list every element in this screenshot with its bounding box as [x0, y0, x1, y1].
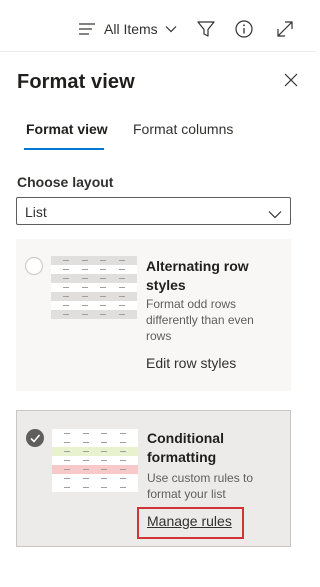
option-description: Format odd rows differently than even ro… — [146, 297, 254, 343]
view-label: All Items — [104, 21, 158, 37]
close-icon[interactable] — [283, 72, 299, 88]
choose-layout-label: Choose layout — [17, 174, 114, 190]
selected-tab-indicator — [24, 148, 104, 150]
layout-dropdown-value: List — [25, 204, 47, 220]
info-icon[interactable] — [234, 19, 254, 39]
layout-dropdown[interactable]: List — [16, 197, 291, 225]
manage-rules-link[interactable]: Manage rules — [147, 513, 232, 529]
tab-format-columns[interactable]: Format columns — [133, 121, 233, 137]
command-bar: All Items — [0, 0, 316, 52]
option-title: Alternating row styles — [146, 258, 249, 293]
list-view-icon — [78, 22, 96, 36]
alternating-rows-preview-icon — [51, 256, 137, 319]
edit-row-styles-link[interactable]: Edit row styles — [146, 355, 236, 371]
view-switcher[interactable]: All Items — [78, 18, 177, 40]
chevron-down-icon — [268, 206, 282, 224]
option-title: Conditional formatting — [147, 430, 224, 465]
checkmark-icon — [30, 434, 41, 443]
tab-format-view[interactable]: Format view — [26, 121, 108, 137]
option-description: Use custom rules to format your list — [147, 471, 254, 501]
panel-title: Format view — [17, 71, 135, 93]
expand-icon[interactable] — [275, 19, 295, 39]
chevron-down-icon — [165, 25, 177, 33]
option-alternating-row-styles[interactable]: Alternating row styles Format odd rows d… — [16, 239, 291, 391]
option-conditional-formatting[interactable]: Conditional formatting Use custom rules … — [16, 410, 291, 547]
conditional-rows-preview-icon — [52, 429, 138, 492]
radio-button-selected[interactable] — [26, 429, 44, 447]
filter-icon[interactable] — [196, 19, 216, 39]
radio-button-unselected[interactable] — [25, 257, 43, 275]
